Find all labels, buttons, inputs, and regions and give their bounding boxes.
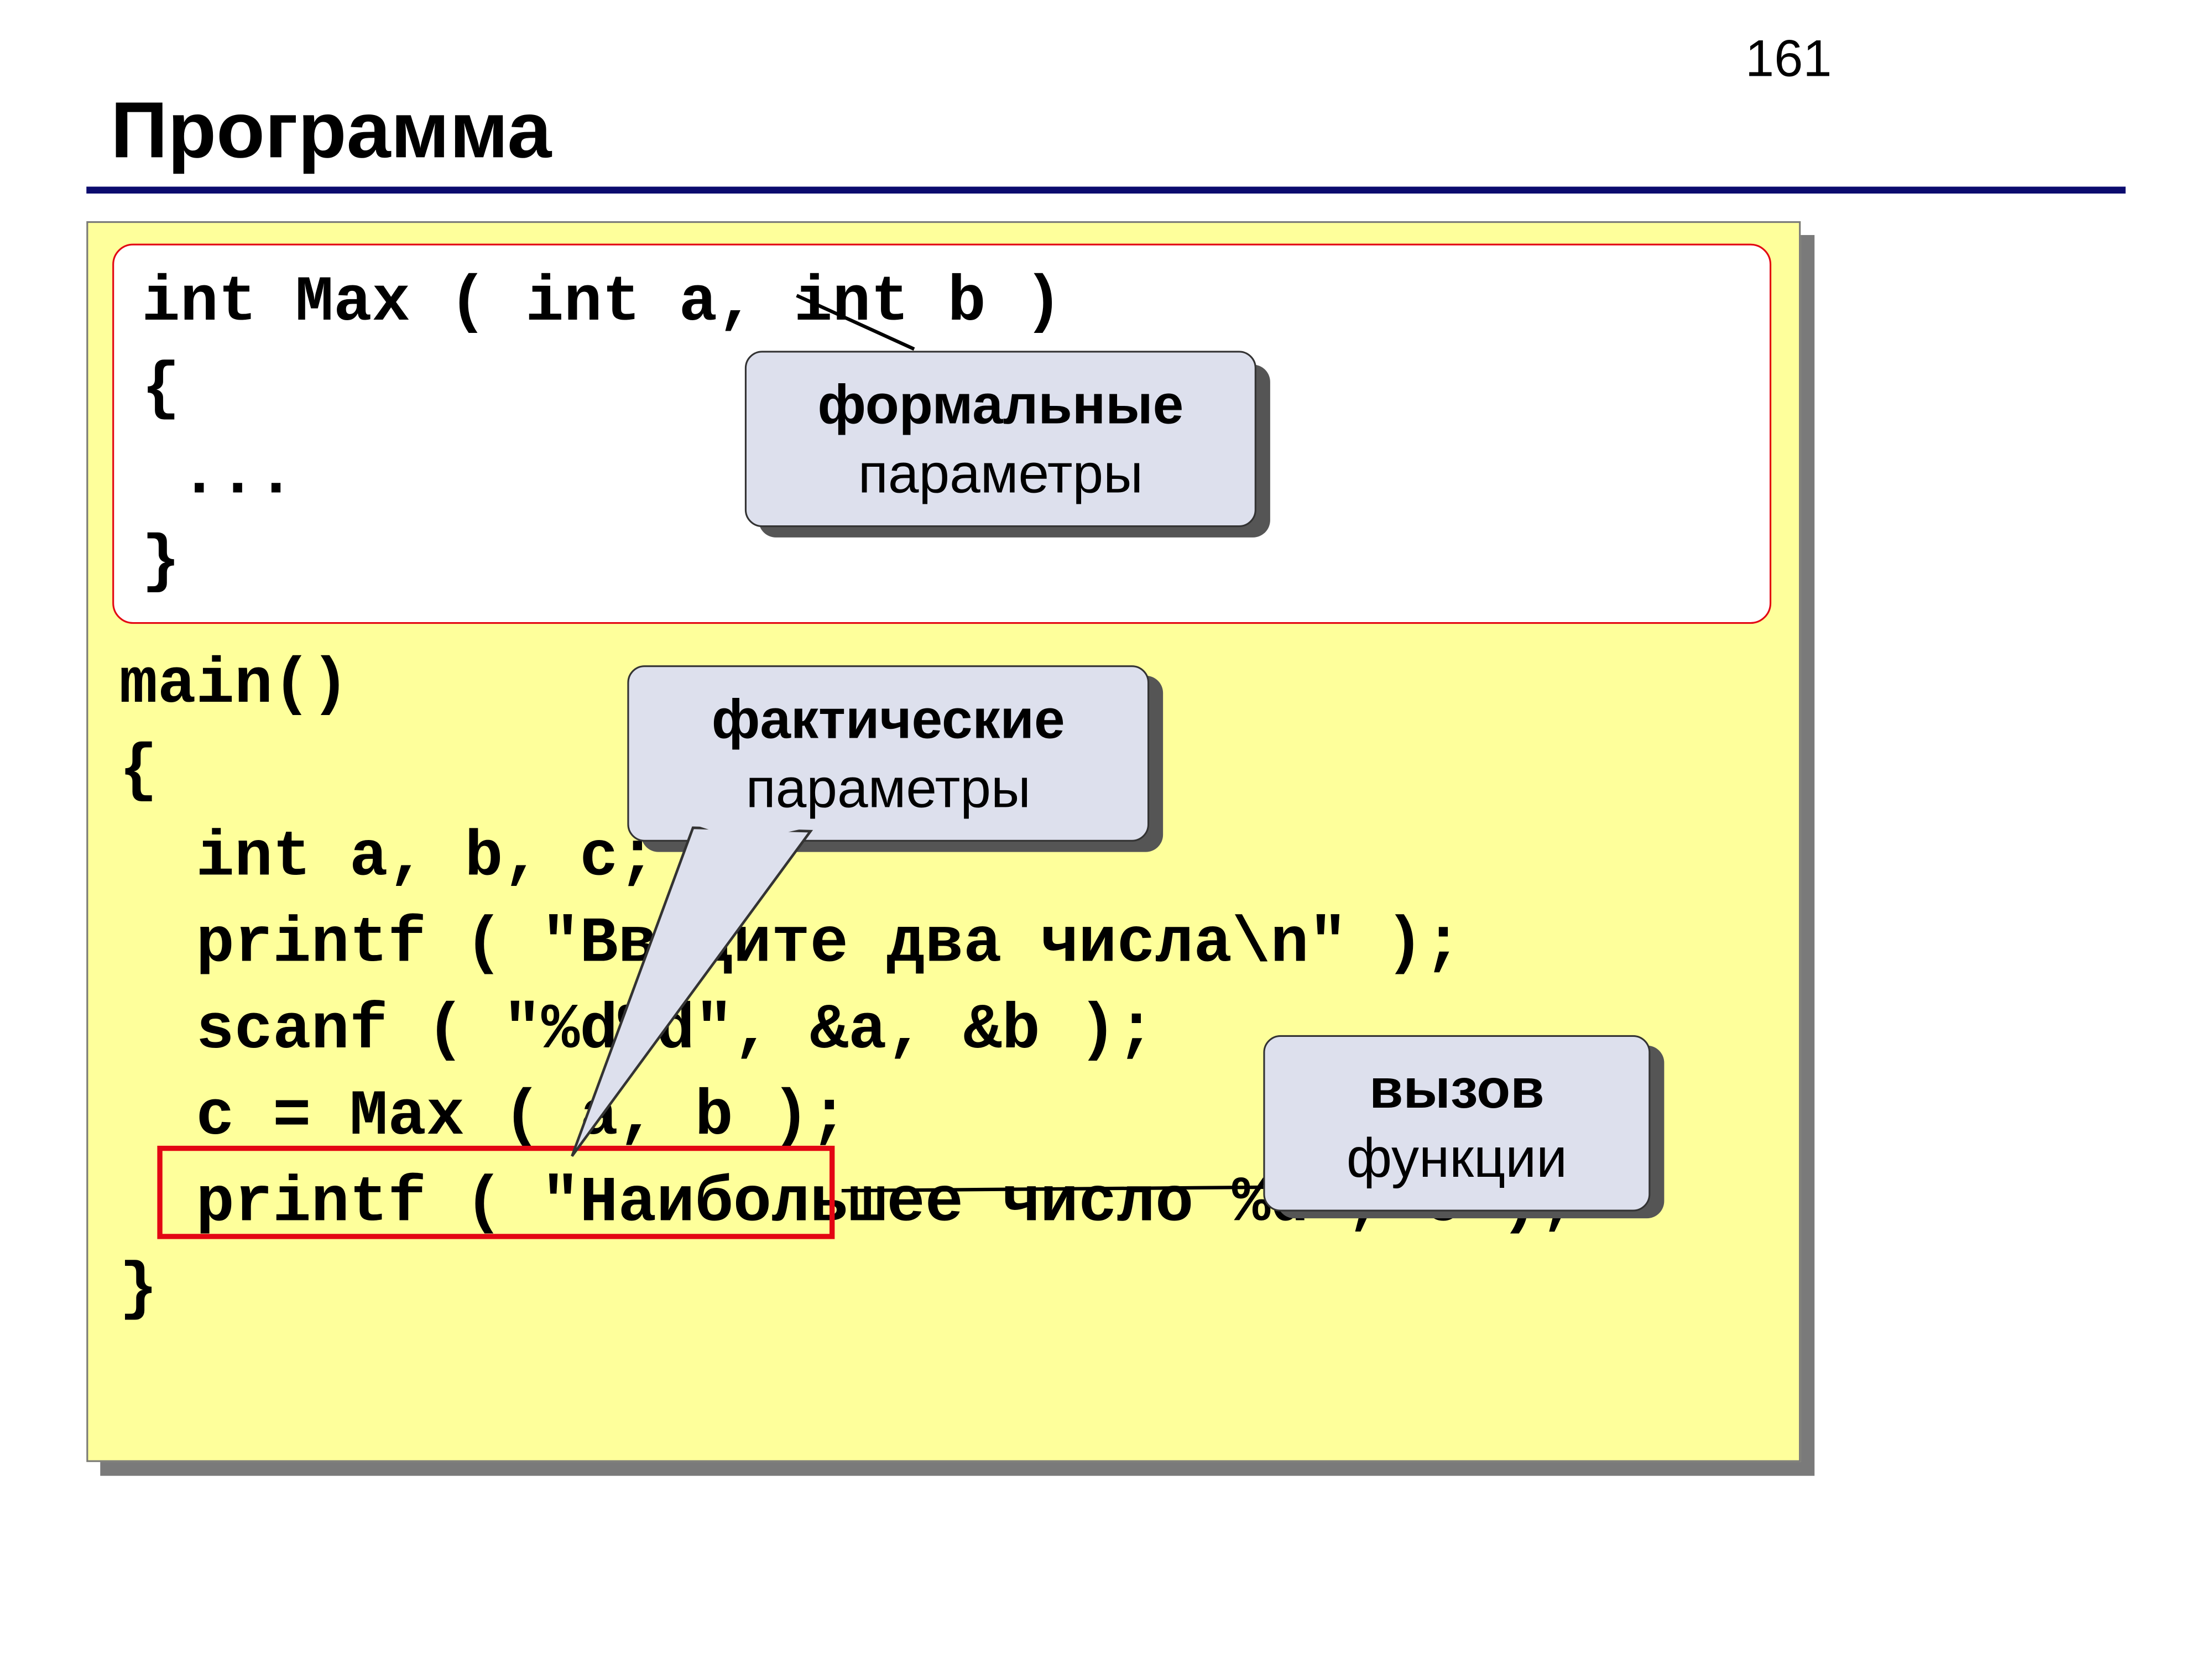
main-l4: printf ( "Введите два числа\n" ); xyxy=(119,909,1463,981)
formal-callout-normal: параметры xyxy=(858,442,1143,505)
call-function-callout: вызов функции xyxy=(1263,1035,1650,1212)
call-highlight-box xyxy=(157,1146,834,1239)
code-panel: int Max ( int a, int b ) { ... } main() … xyxy=(86,221,1801,1462)
main-l2: { xyxy=(119,736,158,808)
formal-params-callout: формальные параметры xyxy=(745,351,1256,527)
main-l8: } xyxy=(119,1254,158,1326)
main-l1: main() xyxy=(119,650,349,722)
page-number: 161 xyxy=(1745,31,1832,90)
slide-title: Программа xyxy=(111,83,551,176)
call-callout-strong: вызов xyxy=(1296,1054,1618,1123)
main-l6: c = Max ( a, b ); xyxy=(119,1081,848,1154)
actual-params-callout: фактические параметры xyxy=(627,665,1149,842)
actual-callout-normal: параметры xyxy=(746,757,1031,820)
title-rule xyxy=(86,187,2126,194)
actual-callout-strong: фактические xyxy=(660,685,1117,754)
call-callout-normal: функции xyxy=(1347,1127,1567,1190)
fn-line-1: int Max ( int a, int b ) xyxy=(142,263,1742,349)
formal-callout-strong: формальные xyxy=(778,370,1223,439)
main-l5: scanf ( "%d%d", &a, &b ); xyxy=(119,995,1155,1067)
main-l3: int a, b, c; xyxy=(119,822,656,895)
